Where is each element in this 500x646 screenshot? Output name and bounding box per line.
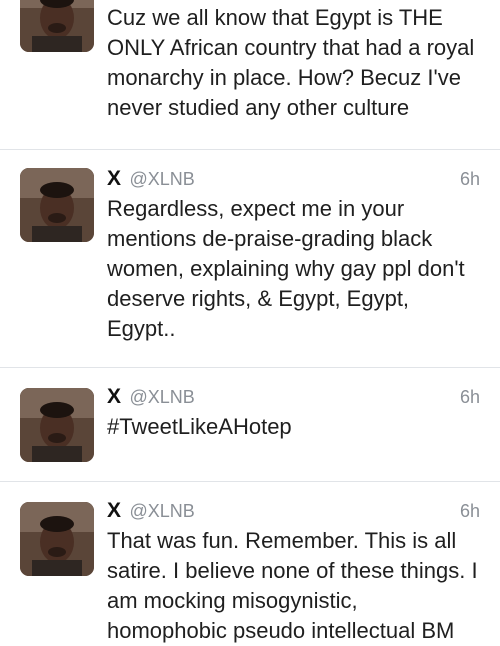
profile-photo-icon <box>20 388 94 462</box>
display-name[interactable]: X <box>107 499 121 522</box>
user-handle[interactable]: @XLNB <box>129 501 194 521</box>
profile-photo-icon <box>20 168 94 242</box>
avatar[interactable] <box>20 388 94 462</box>
avatar[interactable] <box>20 0 94 52</box>
tweet-header: X @XLNB 6h <box>107 498 480 524</box>
timestamp: 6h <box>459 387 480 407</box>
tweet-item[interactable]: X @XLNB 6h #TweetLikeAHotep <box>0 368 500 481</box>
display-name[interactable]: X <box>107 167 121 190</box>
tweet-item[interactable]: Cuz we all know that Egypt is THE ONLY A… <box>0 0 500 149</box>
avatar[interactable] <box>20 168 94 242</box>
tweet-header: X @XLNB 6h <box>107 384 480 410</box>
tweet-item[interactable]: X @XLNB 6h That was fun. Remember. This … <box>0 482 500 643</box>
tweet-text: Regardless, expect me in your mentions d… <box>107 196 465 341</box>
user-handle[interactable]: @XLNB <box>129 387 194 407</box>
timestamp: 6h <box>459 169 480 189</box>
avatar[interactable] <box>20 502 94 576</box>
tweet-item[interactable]: X @XLNB 6h Regardless, expect me in your… <box>0 150 500 367</box>
profile-photo-icon <box>20 0 94 52</box>
tweet-text: Cuz we all know that Egypt is THE ONLY A… <box>107 5 475 120</box>
tweet-text: #TweetLikeAHotep <box>107 414 292 439</box>
timestamp: 6h <box>459 501 480 521</box>
profile-photo-icon <box>20 502 94 576</box>
tweet-header: X @XLNB 6h <box>107 166 480 192</box>
display-name[interactable]: X <box>107 385 121 408</box>
tweet-text: That was fun. Remember. This is all sati… <box>107 528 478 643</box>
user-handle[interactable]: @XLNB <box>129 169 194 189</box>
